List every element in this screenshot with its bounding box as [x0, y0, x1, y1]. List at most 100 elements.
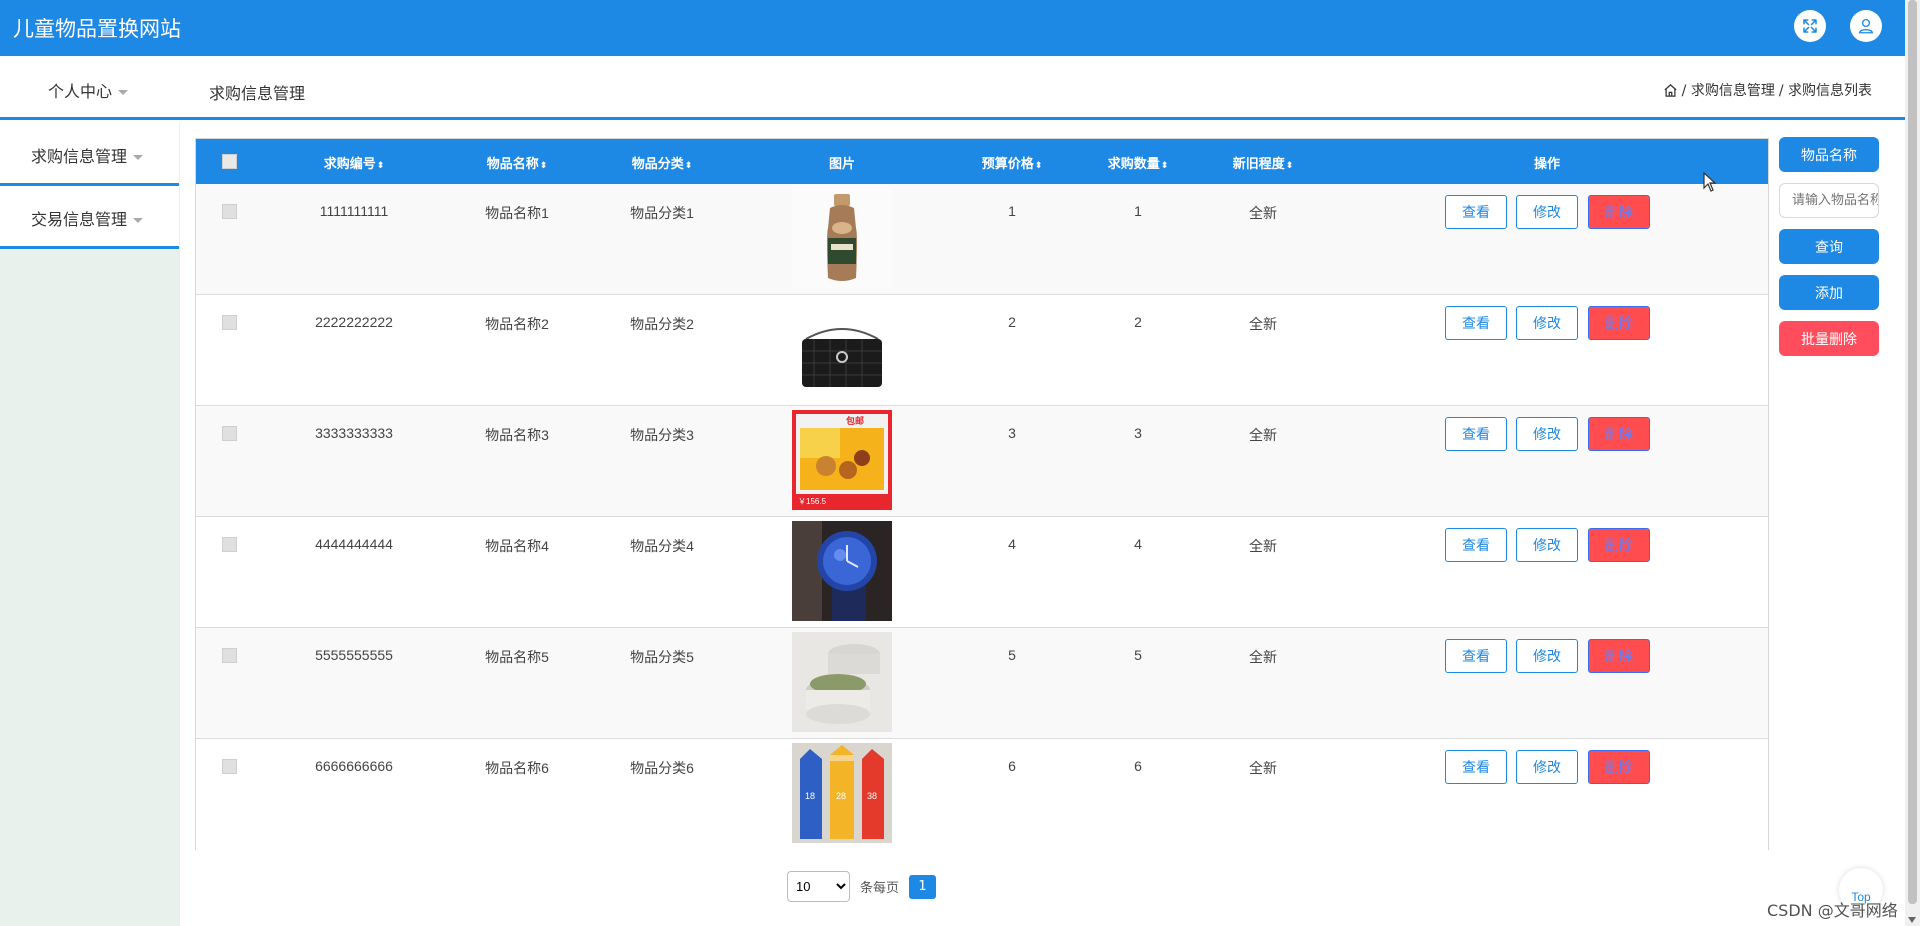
item-image-blue-watch[interactable] [792, 521, 892, 621]
item-image-milk-cartons[interactable]: 18 28 38 [792, 743, 892, 843]
sidebar-item-purchase-management[interactable]: 求购信息管理 [0, 123, 179, 186]
cell-price: 4 [1008, 536, 1016, 552]
mouse-cursor-icon [1703, 172, 1717, 192]
delete-button[interactable]: 删除 [1588, 528, 1650, 562]
table-row: 4444444444 物品名称4 物品分类4 4 4 全新 查看 修改 删除 [196, 517, 1768, 628]
row-checkbox[interactable] [222, 315, 237, 330]
snack-box-price: ￥156.5 [798, 497, 827, 506]
sub-bar: 个人中心 求购信息管理 / 求购信息管理 / 求购信息列表 [0, 56, 1905, 120]
sidebar: 求购信息管理 交易信息管理 [0, 123, 180, 926]
column-header-price[interactable]: 预算价格⬍ [982, 153, 1043, 172]
item-image-black-handbag[interactable] [792, 299, 892, 399]
batch-delete-button[interactable]: 批量删除 [1779, 321, 1879, 356]
cell-code: 2222222222 [315, 314, 393, 330]
table-row: 2222222222 物品名称2 物品分类2 2 2 全新 查看 修改 删除 [196, 295, 1768, 406]
user-icon[interactable] [1850, 10, 1882, 42]
column-header-qty-label: 求购数量 [1107, 157, 1160, 172]
table-row: 6666666666 物品名称6 物品分类6 18 28 38 6 6 全新 查… [196, 739, 1768, 850]
column-header-actions: 操作 [1533, 157, 1561, 172]
add-button[interactable]: 添加 [1779, 275, 1879, 310]
expand-icon[interactable] [1794, 10, 1826, 42]
chevron-down-icon [133, 155, 144, 160]
cell-category: 物品分类5 [630, 649, 694, 665]
column-header-price-label: 预算价格 [981, 157, 1034, 172]
delete-button[interactable]: 删除 [1588, 417, 1650, 451]
sidebar-item-trade-management[interactable]: 交易信息管理 [0, 186, 179, 249]
search-input[interactable] [1779, 183, 1879, 218]
edit-button[interactable]: 修改 [1516, 417, 1578, 451]
select-all-checkbox[interactable] [222, 154, 237, 169]
view-button[interactable]: 查看 [1445, 528, 1507, 562]
home-icon[interactable] [1663, 83, 1678, 98]
breadcrumb-item-management[interactable]: / 求购信息管理 [1682, 80, 1775, 100]
site-title: 儿童物品置换网站 [13, 17, 181, 41]
column-header-category[interactable]: 物品分类⬍ [632, 153, 693, 172]
carton-label-2: 28 [836, 791, 846, 801]
delete-button[interactable]: 删除 [1588, 639, 1650, 673]
sort-icon: ⬍ [1034, 161, 1043, 171]
table-header: 求购编号⬍ 物品名称⬍ 物品分类⬍ 图片 预算价格⬍ 求购数量⬍ 新旧程度⬍ 操… [196, 139, 1768, 184]
row-checkbox[interactable] [222, 537, 237, 552]
sidebar-item-label: 求购信息管理 [31, 147, 128, 166]
query-button[interactable]: 查询 [1779, 229, 1879, 264]
snack-box-badge: 包邮 [845, 415, 864, 426]
chevron-down-icon [118, 90, 129, 95]
delete-button[interactable]: 删除 [1588, 306, 1650, 340]
view-button[interactable]: 查看 [1445, 750, 1507, 784]
cell-price: 1 [1008, 203, 1016, 219]
edit-button[interactable]: 修改 [1516, 639, 1578, 673]
sort-icon: ⬍ [684, 161, 693, 171]
sort-icon: ⬍ [539, 161, 548, 171]
cell-code: 3333333333 [315, 425, 393, 441]
vertical-scrollbar[interactable] [1905, 0, 1920, 926]
purchase-table: 求购编号⬍ 物品名称⬍ 物品分类⬍ 图片 预算价格⬍ 求购数量⬍ 新旧程度⬍ 操… [195, 138, 1769, 850]
watermark: CSDN @文哥网络 [1767, 901, 1898, 920]
cell-price: 3 [1008, 425, 1016, 441]
view-button[interactable]: 查看 [1445, 417, 1507, 451]
view-button[interactable]: 查看 [1445, 195, 1507, 229]
personal-center-menu[interactable]: 个人中心 [48, 78, 129, 102]
delete-button[interactable]: 删除 [1588, 750, 1650, 784]
view-button[interactable]: 查看 [1445, 306, 1507, 340]
page-size-select[interactable]: 10 [787, 871, 850, 902]
item-image-snack-box[interactable]: 包邮 ￥156.5 [792, 410, 892, 510]
column-header-name[interactable]: 物品名称⬍ [487, 153, 548, 172]
item-image-milk-tea-bottle[interactable] [792, 188, 892, 288]
sort-icon: ⬍ [1285, 161, 1294, 171]
view-button[interactable]: 查看 [1445, 639, 1507, 673]
row-checkbox[interactable] [222, 648, 237, 663]
carton-label-1: 18 [805, 791, 815, 801]
sidebar-item-label: 交易信息管理 [31, 210, 128, 229]
scroll-down-arrow[interactable] [1908, 917, 1916, 923]
cell-code: 5555555555 [315, 647, 393, 663]
cell-category: 物品分类2 [630, 316, 694, 332]
cell-name: 物品名称1 [485, 205, 549, 221]
edit-button[interactable]: 修改 [1516, 195, 1578, 229]
column-header-qty[interactable]: 求购数量⬍ [1108, 153, 1169, 172]
cell-qty: 3 [1134, 425, 1142, 441]
item-image-cream-jars[interactable] [792, 632, 892, 732]
cell-qty: 5 [1134, 647, 1142, 663]
personal-center-label: 个人中心 [48, 82, 113, 101]
cell-qty: 6 [1134, 758, 1142, 774]
cell-price: 6 [1008, 758, 1016, 774]
pagination: 10 条每页 1 [787, 871, 937, 902]
page-number-button[interactable]: 1 [909, 874, 937, 899]
column-header-code[interactable]: 求购编号⬍ [324, 153, 385, 172]
row-checkbox[interactable] [222, 426, 237, 441]
breadcrumb-item-list: / 求购信息列表 [1778, 83, 1872, 99]
table-row: 3333333333 物品名称3 物品分类3 包邮 ￥156.5 3 3 全新 … [196, 406, 1768, 517]
edit-button[interactable]: 修改 [1516, 750, 1578, 784]
cell-category: 物品分类4 [630, 538, 694, 554]
row-checkbox[interactable] [222, 759, 237, 774]
column-header-condition-label: 新旧程度 [1232, 157, 1285, 172]
column-header-condition[interactable]: 新旧程度⬍ [1233, 153, 1294, 172]
column-header-code-label: 求购编号 [323, 157, 376, 172]
row-checkbox[interactable] [222, 204, 237, 219]
edit-button[interactable]: 修改 [1516, 306, 1578, 340]
edit-button[interactable]: 修改 [1516, 528, 1578, 562]
delete-button[interactable]: 删除 [1588, 195, 1650, 229]
scrollbar-thumb[interactable] [1908, 0, 1917, 904]
field-label-item-name[interactable]: 物品名称 [1779, 137, 1879, 172]
carton-label-3: 38 [867, 791, 877, 801]
